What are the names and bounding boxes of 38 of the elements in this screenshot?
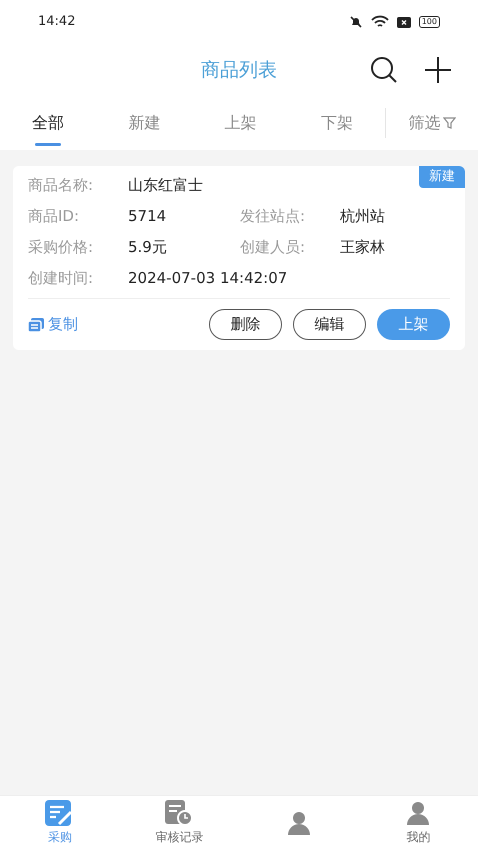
filter-button[interactable]: 筛选	[386, 96, 478, 150]
field-value: 杭州站	[340, 206, 385, 227]
field-label: 采购价格:	[28, 237, 94, 258]
sim-icon	[396, 16, 411, 28]
field-value: 5.9元	[128, 237, 167, 258]
search-icon[interactable]	[370, 56, 398, 84]
field-label: 商品ID:	[28, 206, 80, 227]
tab[interactable]: 新建	[96, 96, 192, 150]
filter-icon	[442, 116, 456, 130]
copy-link[interactable]: 复制	[28, 313, 78, 336]
field-value: 2024-07-03 14:42:07	[128, 268, 288, 289]
status-time: 14:42	[38, 13, 76, 32]
battery-icon: 100	[418, 16, 440, 28]
status-badge: 新建	[419, 166, 465, 188]
person-icon	[405, 800, 432, 826]
wifi-icon	[370, 15, 389, 29]
add-icon[interactable]	[424, 56, 452, 84]
tab[interactable]: 上架	[192, 96, 289, 150]
document-clock-icon	[165, 800, 194, 826]
tab[interactable]: 下架	[288, 96, 385, 150]
list-button[interactable]: 上架	[377, 309, 450, 340]
page-title: 商品列表	[201, 58, 277, 83]
field-value: 王家林	[340, 237, 385, 258]
person-icon	[286, 810, 312, 836]
field-label: 商品名称:	[28, 175, 94, 196]
nav-item[interactable]: 审核记录	[120, 796, 239, 850]
field-label: 创建人员:	[240, 237, 306, 258]
action-button[interactable]: 编辑	[293, 309, 366, 340]
mute-icon	[348, 15, 363, 29]
action-button[interactable]: 删除	[209, 309, 282, 340]
field-value: 5714	[128, 206, 166, 227]
copy-icon	[28, 318, 44, 332]
field-value: 山东红富士	[128, 175, 203, 196]
nav-item[interactable]: 采购	[0, 796, 120, 850]
tab[interactable]: 全部	[0, 96, 96, 150]
field-label: 创建时间:	[28, 268, 94, 289]
nav-item[interactable]: 我的	[358, 796, 478, 850]
field-label: 发往站点:	[240, 206, 306, 227]
